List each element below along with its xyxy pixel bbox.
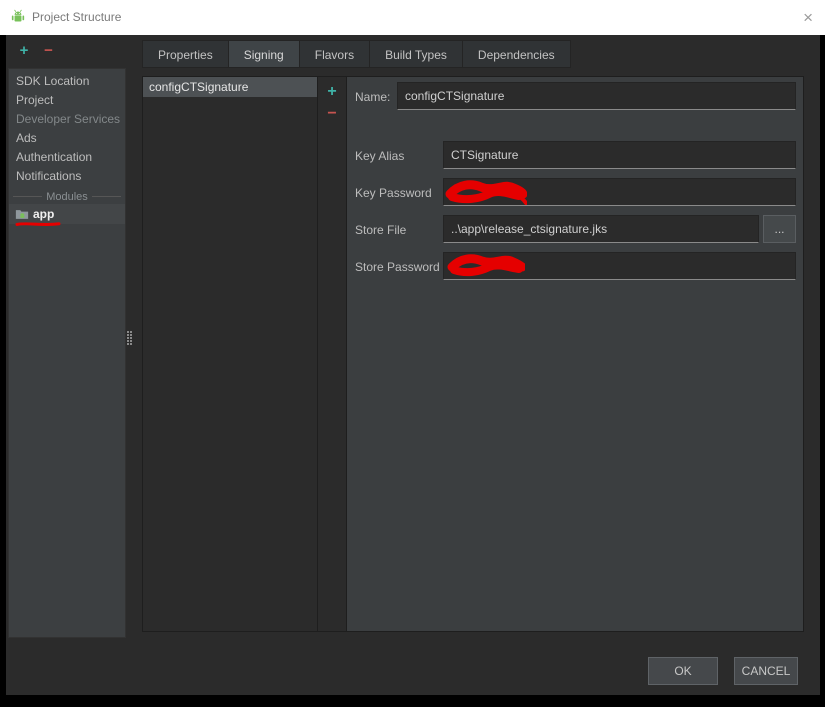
sidebar-toolbar: + − [14, 42, 58, 62]
tab-bar: Properties Signing Flavors Build Types D… [142, 40, 571, 68]
key-alias-input[interactable] [443, 141, 796, 169]
store-password-input[interactable] [443, 252, 796, 280]
red-underline-mark [15, 222, 61, 227]
key-alias-label: Key Alias [355, 149, 405, 163]
tab-build-types[interactable]: Build Types [370, 40, 463, 68]
tab-flavors[interactable]: Flavors [299, 40, 371, 68]
titlebar: Project Structure × [0, 0, 825, 35]
list-item-config-ct-signature[interactable]: configCTSignature [143, 77, 317, 97]
window-title: Project Structure [32, 10, 122, 24]
signing-form: Name: Key Alias Key Password Store File … [346, 76, 804, 632]
modules-separator-label: Modules [46, 190, 88, 203]
sidebar-nav: SDK Location Project Developer Services … [8, 68, 126, 638]
android-logo-icon [9, 8, 27, 26]
add-config-icon[interactable]: + [318, 81, 346, 103]
cancel-button[interactable]: CANCEL [734, 657, 798, 685]
config-list-toolbar: + − [318, 76, 346, 632]
sidebar-item-project[interactable]: Project [9, 91, 125, 110]
sidebar-item-sdk-location[interactable]: SDK Location [9, 72, 125, 91]
dialog-content: + − SDK Location Project Developer Servi… [6, 35, 820, 695]
tab-dependencies[interactable]: Dependencies [462, 40, 571, 68]
project-structure-dialog: Project Structure × + − SDK Location Pro… [0, 0, 825, 707]
remove-icon[interactable]: − [38, 42, 58, 59]
modules-separator: Modules [9, 189, 125, 204]
name-input[interactable] [397, 82, 796, 110]
key-password-label: Key Password [355, 186, 432, 200]
sidebar-item-authentication[interactable]: Authentication [9, 148, 125, 167]
android-module-icon [15, 210, 29, 219]
splitter-grip[interactable] [127, 331, 132, 345]
sidebar-item-app-module[interactable]: app [9, 204, 125, 227]
remove-config-icon[interactable]: − [318, 103, 346, 125]
sidebar-item-developer-services: Developer Services [16, 112, 121, 126]
store-file-label: Store File [355, 223, 407, 237]
tab-signing[interactable]: Signing [228, 40, 300, 68]
store-password-label: Store Password [355, 260, 440, 274]
tab-properties[interactable]: Properties [142, 40, 229, 68]
key-password-input[interactable] [443, 178, 796, 206]
sidebar-item-notifications[interactable]: Notifications [9, 167, 125, 186]
browse-button[interactable]: ... [763, 215, 796, 243]
sidebar-item-ads[interactable]: Ads [9, 129, 125, 148]
ok-button[interactable]: OK [648, 657, 718, 685]
add-icon[interactable]: + [14, 42, 34, 59]
signing-config-list: configCTSignature [142, 76, 318, 632]
close-icon[interactable]: × [803, 0, 813, 35]
name-label: Name: [355, 90, 391, 104]
store-file-input[interactable] [443, 215, 759, 243]
